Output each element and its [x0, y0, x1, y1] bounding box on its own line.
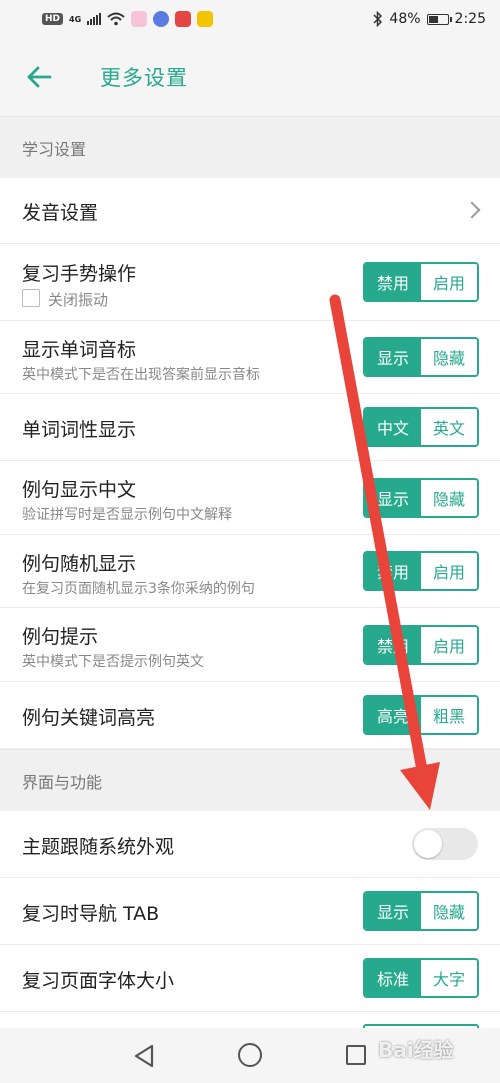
row-label: 复习手势操作	[22, 263, 137, 285]
avatar-app-icon	[197, 11, 214, 27]
row-label: 显示单词音标	[22, 339, 137, 361]
option-show[interactable]: 显示	[365, 339, 421, 375]
row-theme-follow-system: 主题跟随系统外观	[0, 811, 500, 878]
nav-recents-icon[interactable]	[346, 1045, 366, 1065]
option-show[interactable]: 显示	[365, 893, 421, 929]
network-gen-label: 4G	[69, 14, 82, 24]
segmented-control: 禁用 启用	[363, 262, 479, 302]
option-disable[interactable]: 禁用	[365, 264, 421, 300]
chevron-right-icon	[463, 201, 481, 219]
row-label: 复习页面字体大小	[22, 970, 175, 992]
row-review-gesture: 复习手势操作 关闭振动 禁用 启用	[0, 244, 500, 321]
option-chinese[interactable]: 中文	[365, 409, 421, 445]
video-app-icon	[175, 11, 192, 27]
option-hide[interactable]: 隐藏	[421, 339, 477, 375]
segmented-control: 高亮 粗黑	[363, 695, 479, 735]
row-keyword-highlight: 例句关键词高亮 高亮 粗黑	[0, 682, 500, 749]
row-partial	[0, 1012, 500, 1030]
row-review-font-size: 复习页面字体大小 标准 大字	[0, 945, 500, 1012]
row-label: 例句随机显示	[22, 553, 137, 575]
row-example-random: 例句随机显示 在复习页面随机显示3条你采纳的例句 禁用 启用	[0, 535, 500, 608]
option-show[interactable]: 显示	[365, 480, 421, 516]
nav-home-icon[interactable]	[238, 1043, 262, 1067]
theme-toggle-switch[interactable]	[412, 828, 478, 860]
segmented-control: 显示 隐藏	[363, 891, 479, 931]
row-label: 例句关键词高亮	[22, 707, 156, 729]
row-description: 验证拼写时是否显示例句中文解释	[22, 507, 232, 523]
option-disable[interactable]: 禁用	[365, 627, 421, 663]
battery-percent: 48%	[389, 11, 421, 27]
option-enable[interactable]: 启用	[421, 553, 477, 589]
row-review-nav-tab: 复习时导航 TAB 显示 隐藏	[0, 878, 500, 945]
row-label: 单词词性显示	[22, 419, 137, 441]
bluetooth-icon	[373, 11, 383, 27]
option-enable[interactable]: 启用	[421, 264, 477, 300]
row-pronunciation-settings[interactable]: 发音设置	[0, 178, 500, 244]
row-description: 英中模式下是否提示例句英文	[22, 654, 204, 670]
battery-icon	[426, 13, 452, 25]
option-highlight[interactable]: 高亮	[365, 697, 421, 733]
option-hide[interactable]: 隐藏	[421, 893, 477, 929]
section-header-ui: 界面与功能	[0, 749, 500, 811]
segmented-control: 标准 大字	[363, 958, 479, 998]
vibration-checkbox[interactable]	[22, 289, 40, 307]
option-standard[interactable]: 标准	[365, 960, 421, 996]
hd-badge: HD	[42, 13, 64, 25]
segmented-control: 禁用 启用	[363, 551, 479, 591]
segmented-control: 中文 英文	[363, 407, 479, 447]
option-bold[interactable]: 粗黑	[421, 697, 477, 733]
toggle-knob	[414, 830, 442, 858]
section-header-study: 学习设置	[0, 116, 500, 178]
row-show-phonetic: 显示单词音标 英中模式下是否在出现答案前显示音标 显示 隐藏	[0, 321, 500, 394]
option-enable[interactable]: 启用	[421, 627, 477, 663]
checkbox-label: 关闭振动	[48, 291, 109, 309]
arrow-left-icon[interactable]	[24, 62, 54, 92]
row-label: 复习时导航 TAB	[22, 903, 160, 925]
nav-back-icon[interactable]	[133, 1044, 155, 1068]
segmented-control: 显示 隐藏	[363, 337, 479, 377]
option-english[interactable]: 英文	[421, 409, 477, 445]
segmented-control: 显示 隐藏	[363, 478, 479, 518]
row-part-of-speech: 单词词性显示 中文 英文	[0, 394, 500, 461]
app-bar: 更多设置	[0, 38, 500, 116]
music-app-icon	[153, 11, 170, 27]
clock: 2:25	[454, 11, 486, 27]
row-label: 发音设置	[22, 202, 99, 224]
row-label: 主题跟随系统外观	[22, 836, 175, 858]
app-notification-icon	[131, 11, 148, 27]
status-bar: HD 4G 48% 2:25	[0, 0, 500, 38]
row-label: 例句提示	[22, 626, 99, 648]
option-disable[interactable]: 禁用	[365, 553, 421, 589]
option-hide[interactable]: 隐藏	[421, 480, 477, 516]
battery-fill	[428, 15, 438, 23]
wifi-icon	[107, 12, 125, 26]
signal-icon	[87, 13, 102, 25]
row-example-hint: 例句提示 英中模式下是否提示例句英文 禁用 启用	[0, 608, 500, 682]
row-description: 在复习页面随机显示3条你采纳的例句	[22, 581, 255, 597]
row-description: 英中模式下是否在出现答案前显示音标	[22, 367, 260, 383]
row-label: 例句显示中文	[22, 479, 137, 501]
watermark-logo: Bai经验	[378, 1038, 454, 1062]
segmented-control: 禁用 启用	[363, 625, 479, 665]
page-title: 更多设置	[100, 66, 188, 90]
row-example-chinese: 例句显示中文 验证拼写时是否显示例句中文解释 显示 隐藏	[0, 461, 500, 535]
option-large[interactable]: 大字	[421, 960, 477, 996]
